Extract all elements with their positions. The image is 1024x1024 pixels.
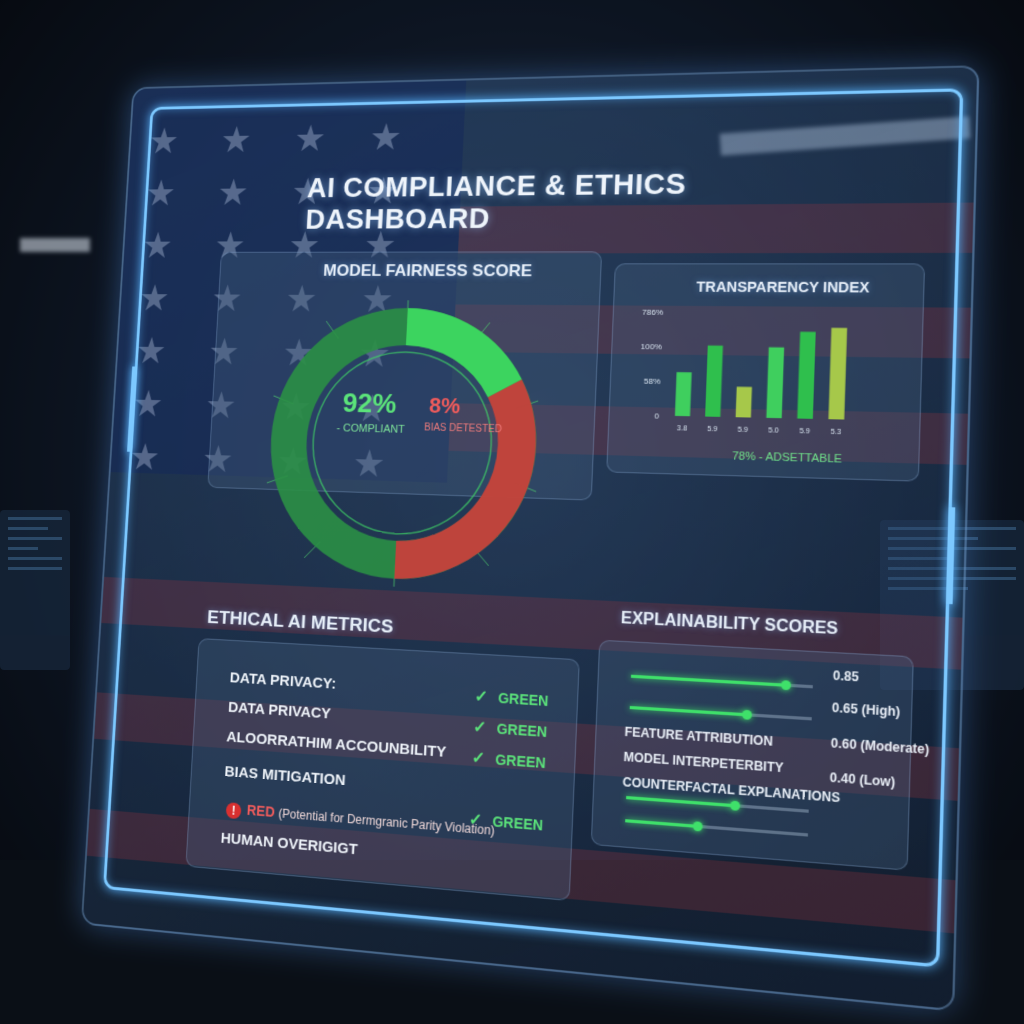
compliant-label: - COMPLIANT xyxy=(336,422,405,435)
check-icon: ✓ xyxy=(473,719,487,737)
check-icon: ✓ xyxy=(471,750,485,768)
fairness-title: MODEL FAIRNESS SCORE xyxy=(323,261,533,281)
x-tick-label: 5.0 xyxy=(768,427,779,435)
y-tick-label: 58% xyxy=(644,376,661,386)
transparency-bar xyxy=(705,345,723,416)
x-tick-label: 5.3 xyxy=(831,428,842,436)
alert-icon: ! xyxy=(226,802,242,819)
transparency-bar xyxy=(736,387,752,418)
y-tick-label: 100% xyxy=(641,342,663,352)
transparency-bar xyxy=(797,332,815,419)
y-tick-label: 786% xyxy=(642,307,664,317)
bias-value: 8% xyxy=(429,393,461,419)
x-tick-label: 5.9 xyxy=(707,426,718,434)
bias-label: BIAS DETESTED xyxy=(424,422,502,435)
fairness-gauge xyxy=(256,300,551,594)
background-monitor xyxy=(0,510,70,670)
gauge-compliant-highlight xyxy=(404,327,508,389)
slider-knob[interactable] xyxy=(780,680,790,690)
transparency-title: TRANSPARENCY INDEX xyxy=(696,279,870,296)
ceiling-light xyxy=(20,238,90,252)
transparency-chart: 786% 100% 58% 0 3.8 5.9 5.9 5.0 5.9 5.3 xyxy=(623,304,867,452)
transparency-bar xyxy=(828,328,847,420)
transparency-bar xyxy=(675,372,692,416)
dashboard-panel: ★ ★ ★ ★ ★ ★ ★ ★ ★ ★ ★ ★ ★ ★ ★ ★ ★ ★ ★ ★ … xyxy=(81,65,980,1011)
dashboard-title: AI COMPLIANCE & ETHICS DASHBOARD xyxy=(305,167,828,237)
transparency-bar xyxy=(766,347,784,418)
x-tick-label: 5.9 xyxy=(737,426,748,434)
explainability-value-1: 0.85 xyxy=(833,668,859,684)
y-tick-label: 0 xyxy=(654,411,659,421)
bias-warning-status: RED xyxy=(246,802,275,820)
x-tick-label: 3.8 xyxy=(677,425,688,433)
check-icon: ✓ xyxy=(474,688,488,706)
x-tick-label: 5.9 xyxy=(799,428,810,436)
compliant-value: 92% xyxy=(342,387,397,419)
